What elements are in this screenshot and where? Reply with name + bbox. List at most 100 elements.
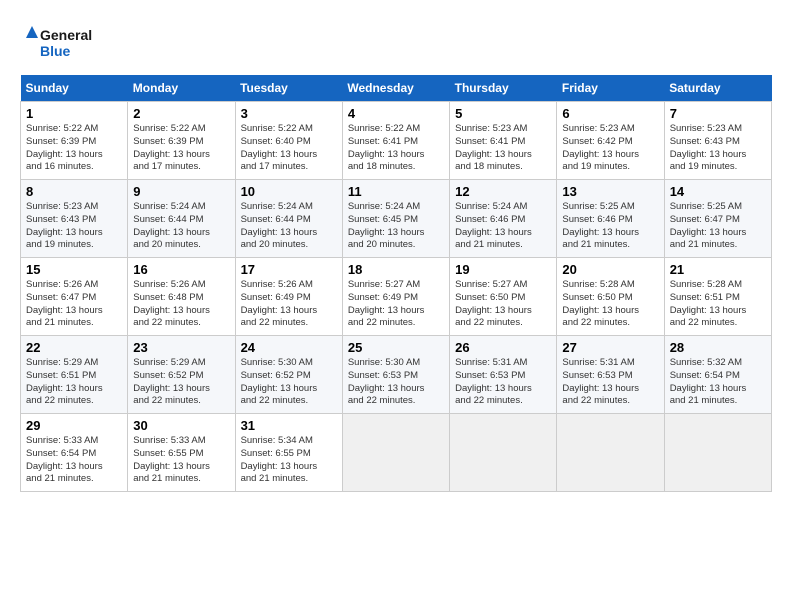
calendar-cell: 14Sunrise: 5:25 AM Sunset: 6:47 PM Dayli… [664,180,771,258]
day-number: 30 [133,418,229,433]
calendar-cell: 17Sunrise: 5:26 AM Sunset: 6:49 PM Dayli… [235,258,342,336]
day-info: Sunrise: 5:22 AM Sunset: 6:41 PM Dayligh… [348,123,444,174]
day-info: Sunrise: 5:23 AM Sunset: 6:41 PM Dayligh… [455,123,551,174]
calendar-cell: 2 Sunrise: 5:22 AM Sunset: 6:39 PM Daylig… [128,102,235,180]
calendar-cell: 10 Sunrise: 5:24 AM Sunset: 6:44 PM Dayli… [235,180,342,258]
day-number: 23 [133,340,229,355]
day-info: Sunrise: 5:31 AM Sunset: 6:53 PM Dayligh… [455,357,551,408]
day-info: Sunrise: 5:22 AM Sunset: 6:40 PM Dayligh… [241,123,337,174]
day-info: Sunrise: 5:34 AM Sunset: 6:55 PM Dayligh… [241,435,337,486]
day-info: Sunrise: 5:23 AM Sunset: 6:43 PM Dayligh… [670,123,766,174]
day-info: Sunrise: 5:32 AM Sunset: 6:54 PM Dayligh… [670,357,766,408]
logo-svg: General Blue [20,20,100,65]
day-info: Sunrise: 5:30 AM Sunset: 6:53 PM Dayligh… [348,357,444,408]
calendar-cell: 21Sunrise: 5:28 AM Sunset: 6:51 PM Dayli… [664,258,771,336]
day-info: Sunrise: 5:22 AM Sunset: 6:39 PM Dayligh… [133,123,229,174]
calendar-cell: 1Sunrise: 5:22 AM Sunset: 6:39 PM Daylig… [21,102,128,180]
day-number: 11 [348,184,444,199]
calendar-cell: 26 Sunrise: 5:31 AM Sunset: 6:53 PM Dayli… [450,336,557,414]
day-number: 9 [133,184,229,199]
calendar-cell: 5 Sunrise: 5:23 AM Sunset: 6:41 PM Daylig… [450,102,557,180]
calendar-cell: 16Sunrise: 5:26 AM Sunset: 6:48 PM Dayli… [128,258,235,336]
calendar-table: SundayMondayTuesdayWednesdayThursdayFrid… [20,75,772,492]
calendar-body: 1Sunrise: 5:22 AM Sunset: 6:39 PM Daylig… [21,102,772,492]
calendar-cell: 23Sunrise: 5:29 AM Sunset: 6:52 PM Dayli… [128,336,235,414]
calendar-cell [450,414,557,492]
day-info: Sunrise: 5:29 AM Sunset: 6:51 PM Dayligh… [26,357,122,408]
day-info: Sunrise: 5:25 AM Sunset: 6:46 PM Dayligh… [562,201,658,252]
day-info: Sunrise: 5:24 AM Sunset: 6:44 PM Dayligh… [133,201,229,252]
col-header-tuesday: Tuesday [235,75,342,102]
calendar-cell: 7 Sunrise: 5:23 AM Sunset: 6:43 PM Daylig… [664,102,771,180]
col-header-saturday: Saturday [664,75,771,102]
calendar-cell: 28 Sunrise: 5:32 AM Sunset: 6:54 PM Dayli… [664,336,771,414]
calendar-cell: 20 Sunrise: 5:28 AM Sunset: 6:50 PM Dayli… [557,258,664,336]
day-number: 20 [562,262,658,277]
calendar-cell: 22 Sunrise: 5:29 AM Sunset: 6:51 PM Dayli… [21,336,128,414]
day-info: Sunrise: 5:23 AM Sunset: 6:42 PM Dayligh… [562,123,658,174]
day-number: 5 [455,106,551,121]
day-info: Sunrise: 5:26 AM Sunset: 6:48 PM Dayligh… [133,279,229,330]
calendar-cell: 15Sunrise: 5:26 AM Sunset: 6:47 PM Dayli… [21,258,128,336]
day-number: 10 [241,184,337,199]
day-info: Sunrise: 5:33 AM Sunset: 6:54 PM Dayligh… [26,435,122,486]
week-row-3: 15Sunrise: 5:26 AM Sunset: 6:47 PM Dayli… [21,258,772,336]
calendar-header-row: SundayMondayTuesdayWednesdayThursdayFrid… [21,75,772,102]
col-header-sunday: Sunday [21,75,128,102]
day-number: 8 [26,184,122,199]
calendar-cell: 13 Sunrise: 5:25 AM Sunset: 6:46 PM Dayli… [557,180,664,258]
day-number: 27 [562,340,658,355]
svg-text:General: General [40,27,92,43]
day-number: 25 [348,340,444,355]
day-info: Sunrise: 5:28 AM Sunset: 6:50 PM Dayligh… [562,279,658,330]
day-info: Sunrise: 5:27 AM Sunset: 6:49 PM Dayligh… [348,279,444,330]
day-number: 29 [26,418,122,433]
col-header-wednesday: Wednesday [342,75,449,102]
page-header: General Blue [20,20,772,65]
col-header-friday: Friday [557,75,664,102]
calendar-cell: 9 Sunrise: 5:24 AM Sunset: 6:44 PM Daylig… [128,180,235,258]
day-number: 18 [348,262,444,277]
col-header-thursday: Thursday [450,75,557,102]
calendar-cell: 19Sunrise: 5:27 AM Sunset: 6:50 PM Dayli… [450,258,557,336]
col-header-monday: Monday [128,75,235,102]
calendar-cell: 29 Sunrise: 5:33 AM Sunset: 6:54 PM Dayli… [21,414,128,492]
week-row-5: 29 Sunrise: 5:33 AM Sunset: 6:54 PM Dayli… [21,414,772,492]
calendar-cell [557,414,664,492]
calendar-cell: 12 Sunrise: 5:24 AM Sunset: 6:46 PM Dayli… [450,180,557,258]
day-number: 4 [348,106,444,121]
day-number: 22 [26,340,122,355]
day-number: 7 [670,106,766,121]
calendar-cell: 3 Sunrise: 5:22 AM Sunset: 6:40 PM Daylig… [235,102,342,180]
day-info: Sunrise: 5:26 AM Sunset: 6:49 PM Dayligh… [241,279,337,330]
day-number: 31 [241,418,337,433]
day-number: 21 [670,262,766,277]
day-number: 28 [670,340,766,355]
day-number: 24 [241,340,337,355]
day-info: Sunrise: 5:22 AM Sunset: 6:39 PM Dayligh… [26,123,122,174]
svg-text:Blue: Blue [40,43,71,59]
day-number: 3 [241,106,337,121]
day-info: Sunrise: 5:24 AM Sunset: 6:46 PM Dayligh… [455,201,551,252]
calendar-cell: 31 Sunrise: 5:34 AM Sunset: 6:55 PM Dayli… [235,414,342,492]
day-number: 26 [455,340,551,355]
day-info: Sunrise: 5:24 AM Sunset: 6:44 PM Dayligh… [241,201,337,252]
calendar-cell: 4 Sunrise: 5:22 AM Sunset: 6:41 PM Daylig… [342,102,449,180]
day-number: 13 [562,184,658,199]
day-number: 2 [133,106,229,121]
calendar-cell: 30 Sunrise: 5:33 AM Sunset: 6:55 PM Dayli… [128,414,235,492]
day-number: 14 [670,184,766,199]
week-row-1: 1Sunrise: 5:22 AM Sunset: 6:39 PM Daylig… [21,102,772,180]
calendar-cell: 8 Sunrise: 5:23 AM Sunset: 6:43 PM Daylig… [21,180,128,258]
day-number: 6 [562,106,658,121]
day-number: 12 [455,184,551,199]
day-info: Sunrise: 5:31 AM Sunset: 6:53 PM Dayligh… [562,357,658,408]
week-row-2: 8 Sunrise: 5:23 AM Sunset: 6:43 PM Daylig… [21,180,772,258]
calendar-cell: 24Sunrise: 5:30 AM Sunset: 6:52 PM Dayli… [235,336,342,414]
day-info: Sunrise: 5:33 AM Sunset: 6:55 PM Dayligh… [133,435,229,486]
calendar-cell: 25 Sunrise: 5:30 AM Sunset: 6:53 PM Dayli… [342,336,449,414]
calendar-cell: 27 Sunrise: 5:31 AM Sunset: 6:53 PM Dayli… [557,336,664,414]
day-info: Sunrise: 5:23 AM Sunset: 6:43 PM Dayligh… [26,201,122,252]
week-row-4: 22 Sunrise: 5:29 AM Sunset: 6:51 PM Dayli… [21,336,772,414]
day-info: Sunrise: 5:27 AM Sunset: 6:50 PM Dayligh… [455,279,551,330]
